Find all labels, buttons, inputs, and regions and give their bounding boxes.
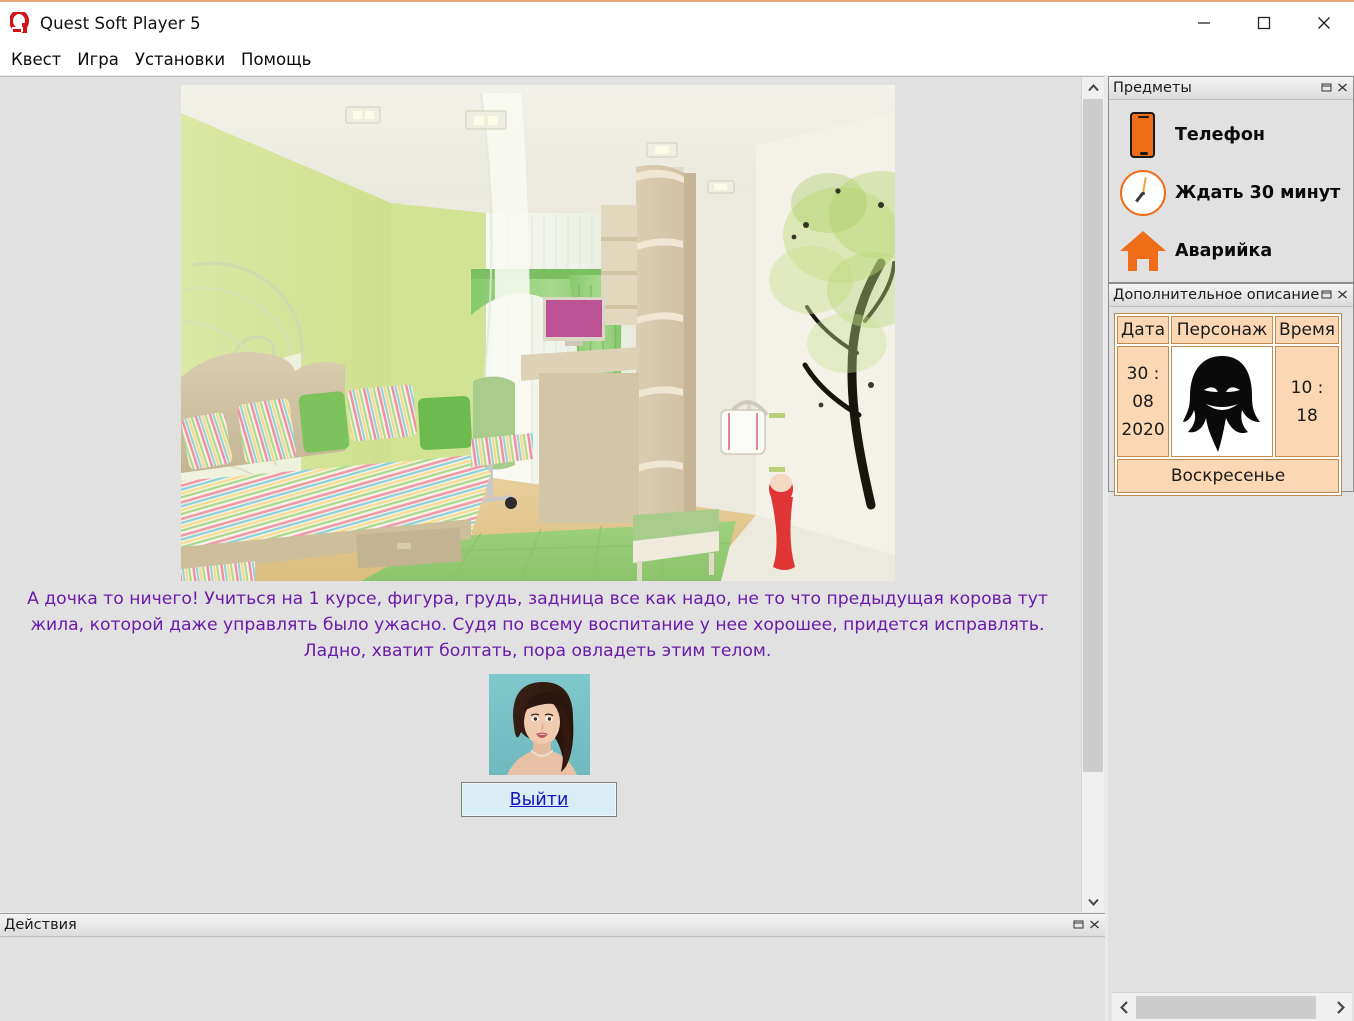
status-table: Дата Персонаж Время 30 : 08 2020: [1114, 313, 1342, 496]
date-line-1: 30 :: [1121, 360, 1165, 388]
exit-button-wrapper: Выйти: [461, 782, 617, 817]
story-text: А дочка то ничего! Учиться на 1 курсе, ф…: [0, 586, 1075, 664]
scroll-thumb[interactable]: [1083, 99, 1103, 772]
sidebar-horizontal-scrollbar[interactable]: [1112, 992, 1352, 1021]
time-line-2: 18: [1279, 402, 1335, 430]
description-panel-caption: Дополнительное описание: [1109, 284, 1353, 307]
minimize-icon: [1197, 16, 1211, 30]
items-panel-title: Предметы: [1113, 80, 1192, 96]
description-panel-body: Дата Персонаж Время 30 : 08 2020: [1109, 307, 1353, 501]
cell-weekday: Воскресенье: [1117, 459, 1339, 493]
scroll-right-button[interactable]: [1328, 993, 1352, 1021]
actions-panel-body[interactable]: [0, 937, 1105, 1021]
items-panel-restore-icon[interactable]: [1321, 82, 1332, 95]
minimize-button[interactable]: [1174, 1, 1234, 45]
time-line-1: 10 :: [1279, 374, 1335, 402]
item-wait-label: Ждать 30 минут: [1175, 183, 1340, 203]
window-title: Quest Soft Player 5: [40, 14, 201, 33]
scroll-left-button[interactable]: [1112, 993, 1136, 1021]
main-vertical-scrollbar[interactable]: [1081, 77, 1104, 912]
item-emergency[interactable]: Аварийка: [1109, 222, 1353, 280]
title-bar: Quest Soft Player 5: [0, 0, 1354, 44]
chevron-left-icon: [1120, 1001, 1129, 1014]
items-panel-close-icon[interactable]: [1337, 82, 1348, 95]
app-logo-icon: [10, 12, 32, 34]
maximize-button[interactable]: [1234, 1, 1294, 45]
sidebar-filler: [1108, 492, 1354, 992]
item-emergency-label: Аварийка: [1175, 241, 1272, 261]
cell-date: 30 : 08 2020: [1117, 346, 1169, 457]
header-character: Персонаж: [1171, 316, 1273, 344]
maximize-icon: [1257, 16, 1271, 30]
close-icon: [1317, 16, 1331, 30]
table-header-row: Дата Персонаж Время: [1117, 316, 1339, 344]
menu-item-quest[interactable]: Квест: [3, 47, 69, 72]
item-phone-label: Телефон: [1175, 125, 1265, 145]
menu-item-help[interactable]: Помощь: [233, 47, 319, 72]
items-panel: Предметы: [1108, 76, 1354, 283]
house-icon: [1117, 225, 1167, 277]
scroll-down-button[interactable]: [1082, 891, 1104, 912]
item-phone[interactable]: Телефон: [1109, 106, 1353, 164]
table-row: 30 : 08 2020: [1117, 346, 1339, 457]
description-panel-title: Дополнительное описание: [1113, 287, 1319, 303]
description-panel: Дополнительное описание: [1108, 283, 1354, 492]
main-content-area: А дочка то ничего! Учиться на 1 курсе, ф…: [0, 76, 1104, 912]
description-panel-restore-icon[interactable]: [1321, 289, 1332, 302]
application-window: Quest Soft Player 5 Квест Игра: [0, 0, 1354, 1021]
ghost-icon: [1174, 352, 1270, 452]
cell-character: [1171, 346, 1273, 457]
actions-panel-close-icon[interactable]: [1089, 919, 1100, 932]
phone-icon: [1117, 109, 1167, 161]
menu-item-settings[interactable]: Установки: [127, 47, 233, 72]
chevron-right-icon: [1336, 1001, 1345, 1014]
scroll-up-button[interactable]: [1082, 77, 1104, 99]
cell-time: 10 : 18: [1275, 346, 1339, 457]
table-row-weekday: Воскресенье: [1117, 459, 1339, 493]
menu-item-game[interactable]: Игра: [69, 47, 127, 72]
actions-panel-restore-icon[interactable]: [1073, 919, 1084, 932]
actions-panel-title: Действия: [4, 917, 77, 933]
item-wait-30-minutes[interactable]: Ждать 30 минут: [1109, 164, 1353, 222]
avatar: [489, 674, 590, 775]
header-date: Дата: [1117, 316, 1169, 344]
description-panel-close-icon[interactable]: [1337, 289, 1348, 302]
window-controls: [1174, 1, 1354, 45]
exit-button-label: Выйти: [510, 790, 569, 810]
right-sidebar: Предметы: [1108, 76, 1354, 1021]
actions-panel: Действия: [0, 913, 1105, 1021]
close-button[interactable]: [1294, 1, 1354, 45]
chevron-down-icon: [1088, 898, 1099, 906]
menu-bar: Квест Игра Установки Помощь: [0, 44, 1354, 75]
sidebar-scroll-thumb[interactable]: [1136, 996, 1316, 1019]
header-time: Время: [1275, 316, 1339, 344]
story-scroll-port: А дочка то ничего! Учиться на 1 курсе, ф…: [0, 77, 1081, 912]
items-list: Телефон Ждать 30 минут: [1109, 100, 1353, 280]
items-panel-caption: Предметы: [1109, 77, 1353, 100]
actions-panel-caption: Действия: [0, 914, 1105, 937]
scene-image: [181, 85, 895, 581]
date-line-2: 08: [1121, 388, 1165, 416]
clock-icon: [1117, 167, 1167, 219]
chevron-up-icon: [1088, 84, 1099, 92]
exit-button[interactable]: Выйти: [461, 782, 617, 817]
date-line-3: 2020: [1121, 416, 1165, 444]
